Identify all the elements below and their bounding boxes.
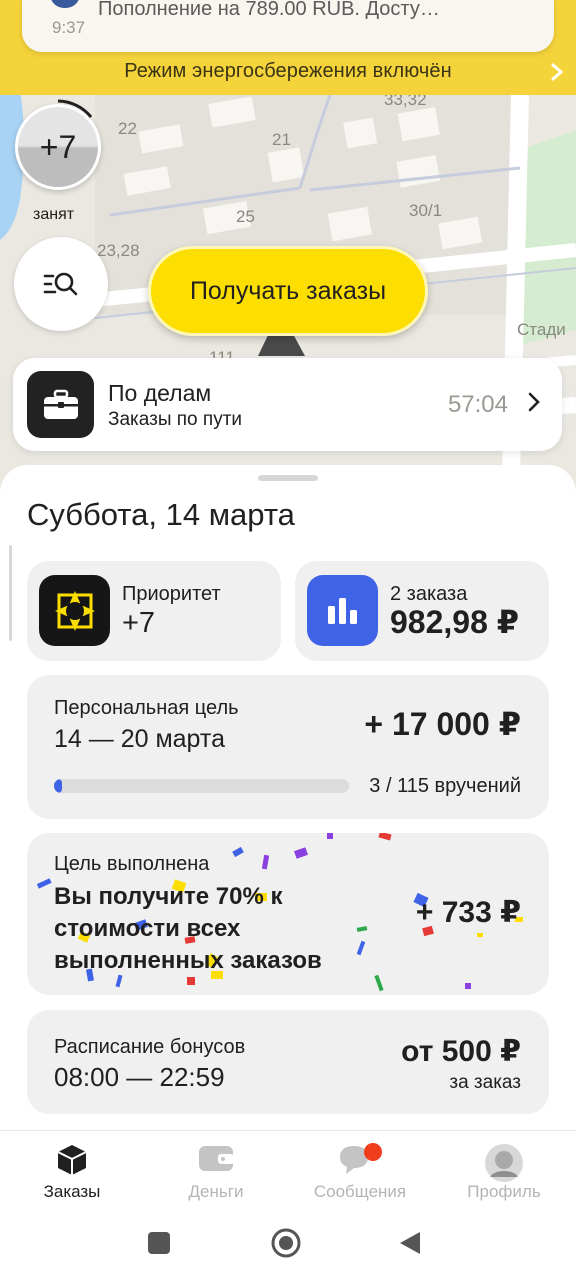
- chevron-right-icon: [550, 62, 564, 88]
- tab-label: Деньги: [188, 1182, 244, 1201]
- tab-label: Профиль: [467, 1182, 541, 1201]
- orders-earnings-value: 982,98 ₽: [390, 604, 520, 640]
- goal-completed-label: Цель выполнена: [54, 853, 210, 875]
- energy-saving-text: Режим энергосбережения включён: [124, 60, 452, 82]
- date-title: Суббота, 14 марта: [27, 497, 295, 532]
- goal-completed-text: Вы получите 70% к стоимости всех выполне…: [54, 883, 322, 974]
- map-label: 23,28: [97, 241, 140, 260]
- goal-completed-amount: + 733 ₽: [415, 896, 521, 929]
- chevron-right-icon: [528, 392, 540, 417]
- system-navigation-bar: [0, 1212, 576, 1280]
- tab-orders[interactable]: Заказы: [0, 1131, 144, 1213]
- on-the-way-title: По делам: [108, 380, 212, 406]
- wallet-icon: [198, 1143, 234, 1178]
- map-label: 21: [272, 130, 291, 149]
- sheet-drag-handle[interactable]: [258, 475, 318, 481]
- priority-star-icon: [39, 575, 110, 646]
- home-button[interactable]: [271, 1228, 301, 1258]
- tab-messages[interactable]: Сообщения: [288, 1131, 432, 1213]
- box-icon: [55, 1143, 89, 1182]
- list-search-icon: [43, 272, 78, 296]
- map-label: 30/1: [409, 201, 443, 220]
- personal-goal-dates: 14 — 20 марта: [54, 725, 225, 753]
- busy-status-label: занят: [33, 206, 75, 223]
- recent-apps-button[interactable]: [148, 1232, 170, 1254]
- on-the-way-card[interactable]: По делам Заказы по пути 57:04: [13, 358, 562, 451]
- unread-badge: [364, 1143, 382, 1161]
- bonus-amount: от 500 ₽: [401, 1035, 521, 1068]
- goal-progress-fill: [54, 779, 62, 793]
- notification-toast[interactable]: 9:37 Пополнение на 789.00 RUB. Досту…: [22, 0, 554, 52]
- goal-progress-bar: [54, 779, 349, 793]
- priority-card-label: Приоритет: [122, 583, 221, 605]
- tab-profile[interactable]: Профиль: [432, 1131, 576, 1213]
- bonus-per-order: за заказ: [449, 1072, 521, 1093]
- tab-money[interactable]: Деньги: [144, 1131, 288, 1213]
- on-the-way-subtitle: Заказы по пути: [108, 409, 243, 430]
- orders-bottom-sheet[interactable]: Суббота, 14 марта Приоритет +7 2 заказа …: [0, 465, 576, 1130]
- chat-icon: [336, 1143, 384, 1182]
- bottom-tab-bar: Заказы Деньги Сообщения Профиль: [0, 1130, 576, 1212]
- orders-summary-card[interactable]: 2 заказа 982,98 ₽: [295, 561, 549, 661]
- briefcase-icon: [27, 371, 94, 438]
- get-orders-button[interactable]: Получать заказы: [148, 246, 428, 336]
- notification-text: Пополнение на 789.00 RUB. Досту…: [98, 0, 440, 20]
- priority-card-value: +7: [122, 607, 156, 639]
- map-label: Стади: [517, 320, 566, 339]
- map-label: 25: [236, 207, 255, 226]
- goal-completed-card[interactable]: Цель выполнена Вы получите 70% к стоимос…: [27, 833, 549, 995]
- personal-goal-card[interactable]: Персональная цель 14 — 20 марта + 17 000…: [27, 675, 549, 819]
- personal-goal-amount: + 17 000 ₽: [364, 706, 521, 742]
- bonus-schedule-time: 08:00 — 22:59: [54, 1062, 225, 1092]
- goal-progress-text: 3 / 115 вручений: [369, 775, 521, 797]
- tab-label: Заказы: [43, 1182, 101, 1201]
- scroll-indicator: [9, 545, 12, 641]
- bank-app-icon: [50, 0, 80, 8]
- tab-label: Сообщения: [313, 1182, 407, 1201]
- priority-arc: [57, 99, 93, 118]
- priority-card[interactable]: Приоритет +7: [27, 561, 281, 661]
- personal-goal-label: Персональная цель: [54, 697, 239, 719]
- status-time: 9:37: [52, 18, 86, 37]
- on-the-way-timer: 57:04: [447, 391, 508, 418]
- back-button[interactable]: [400, 1232, 420, 1254]
- bonus-schedule-card[interactable]: Расписание бонусов 08:00 — 22:59 от 500 …: [27, 1010, 549, 1114]
- bonus-schedule-label: Расписание бонусов: [54, 1036, 246, 1058]
- bar-chart-icon: [307, 575, 378, 646]
- search-orders-button[interactable]: [14, 237, 108, 331]
- map-label: 22: [118, 119, 137, 138]
